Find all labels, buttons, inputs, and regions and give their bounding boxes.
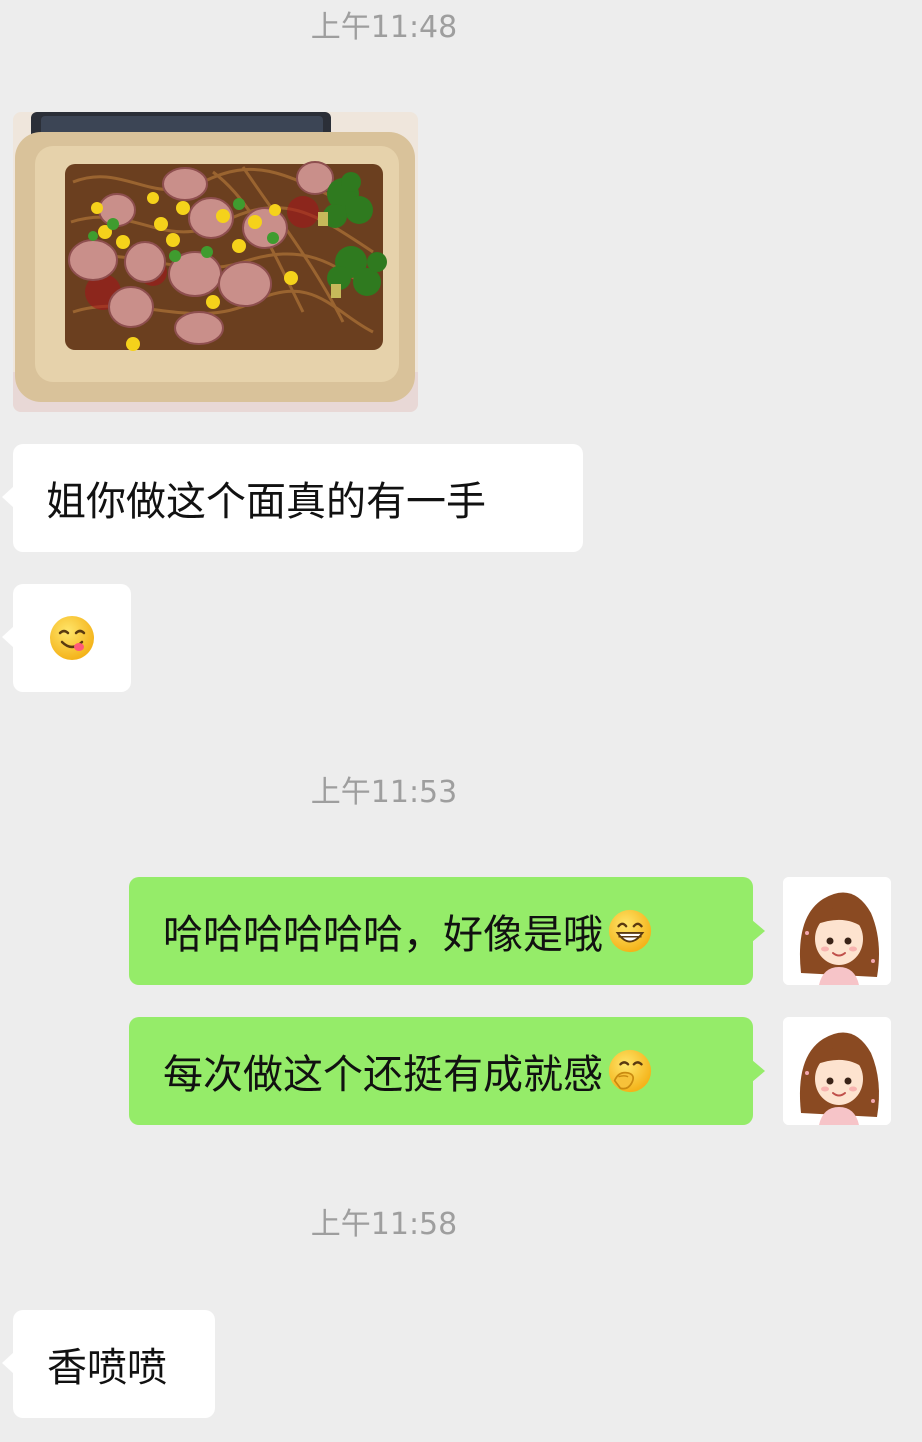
girl-avatar-icon bbox=[783, 877, 891, 985]
girl-avatar-icon bbox=[783, 1017, 891, 1125]
avatar[interactable] bbox=[783, 877, 891, 985]
grinning-face-emoji bbox=[608, 909, 652, 953]
timestamp: 上午11:58 bbox=[310, 1207, 458, 1242]
message-bubble-incoming[interactable]: 香喷喷 bbox=[2, 1310, 215, 1418]
timestamp: 上午11:53 bbox=[310, 775, 458, 810]
message-text: 哈哈哈哈哈哈，好像是哦 bbox=[163, 912, 603, 958]
message-bubble-outgoing[interactable]: 每次做这个还挺有成就感 bbox=[129, 1017, 765, 1125]
message-text: 姐你做这个面真的有一手 bbox=[46, 479, 486, 525]
noodle-dish-photo bbox=[13, 112, 418, 412]
emoji-message-bubble[interactable] bbox=[2, 584, 131, 692]
message-bubble-outgoing[interactable]: 哈哈哈哈哈哈，好像是哦 bbox=[129, 877, 765, 985]
message-bubble-incoming[interactable]: 姐你做这个面真的有一手 bbox=[2, 444, 583, 552]
shy-hand-face-emoji bbox=[608, 1049, 652, 1093]
message-text: 香喷喷 bbox=[47, 1345, 167, 1391]
yum-face-emoji bbox=[50, 616, 94, 660]
noodle-photo-message[interactable] bbox=[13, 112, 418, 412]
avatar[interactable] bbox=[783, 1017, 891, 1125]
message-text: 每次做这个还挺有成就感 bbox=[163, 1052, 603, 1098]
timestamp: 上午11:48 bbox=[310, 10, 458, 45]
